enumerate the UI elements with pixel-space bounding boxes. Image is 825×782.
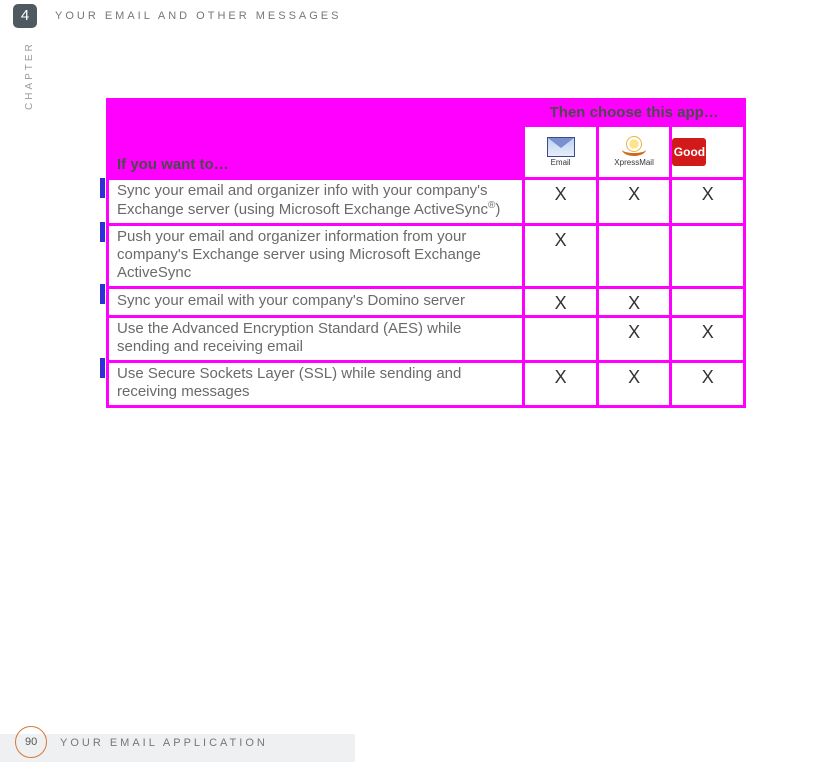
app-caption-email: Email — [551, 158, 571, 167]
good-icon: Good — [672, 138, 706, 166]
row-mark — [671, 288, 745, 317]
row-desc: Use Secure Sockets Layer (SSL) while sen… — [108, 362, 524, 407]
row-mark — [671, 225, 745, 288]
chapter-side-label: CHAPTER — [24, 41, 35, 110]
page-number-badge: 90 — [8, 719, 53, 764]
chapter-title: YOUR EMAIL AND OTHER MESSAGES — [55, 10, 341, 22]
row-desc: Use the Advanced Encryption Standard (AE… — [108, 317, 524, 362]
row-mark: X — [524, 225, 597, 288]
table-row: Push your email and organizer informatio… — [108, 225, 745, 288]
app-col-xpressmail: XpressMail — [597, 125, 671, 178]
chapter-badge: 4 — [13, 4, 37, 28]
row-mark: X — [671, 362, 745, 407]
choose-header: Then choose this app… — [550, 104, 719, 121]
row-desc: Sync your email with your company's Domi… — [108, 288, 524, 317]
row-marker-icon — [100, 178, 105, 198]
table-row: Sync your email with your company's Domi… — [108, 288, 745, 317]
row-desc: Sync your email and organizer info with … — [108, 179, 524, 225]
row-mark: X — [671, 317, 745, 362]
row-mark: X — [524, 362, 597, 407]
table-row: Use the Advanced Encryption Standard (AE… — [108, 317, 745, 362]
comparison-table: If you want to… Then choose this app… Em… — [106, 98, 746, 408]
app-caption-xpressmail: XpressMail — [614, 158, 654, 167]
row-marker-icon — [100, 222, 105, 242]
lead-header: If you want to… — [117, 156, 229, 173]
comparison-table-wrap: If you want to… Then choose this app… Em… — [106, 98, 746, 408]
app-caption-good: Good — [674, 145, 705, 159]
chapter-number: 4 — [21, 7, 29, 24]
row-mark — [597, 225, 671, 288]
row-marker-icon — [100, 284, 105, 304]
row-mark: X — [597, 362, 671, 407]
app-col-good: Good — [671, 125, 745, 178]
table-row: Use Secure Sockets Layer (SSL) while sen… — [108, 362, 745, 407]
row-mark — [524, 317, 597, 362]
app-col-email: Email — [524, 125, 597, 178]
row-mark: X — [597, 288, 671, 317]
row-mark: X — [597, 317, 671, 362]
row-mark: X — [597, 179, 671, 225]
envelope-icon — [547, 136, 575, 158]
table-row: Sync your email and organizer info with … — [108, 179, 745, 225]
row-desc: Push your email and organizer informatio… — [108, 225, 524, 288]
row-marker-icon — [100, 358, 105, 378]
row-mark: X — [524, 179, 597, 225]
row-mark: X — [671, 179, 745, 225]
footer-section-title: YOUR EMAIL APPLICATION — [60, 737, 268, 749]
row-mark: X — [524, 288, 597, 317]
xpressmail-icon — [620, 136, 648, 158]
page-number: 90 — [25, 736, 37, 748]
